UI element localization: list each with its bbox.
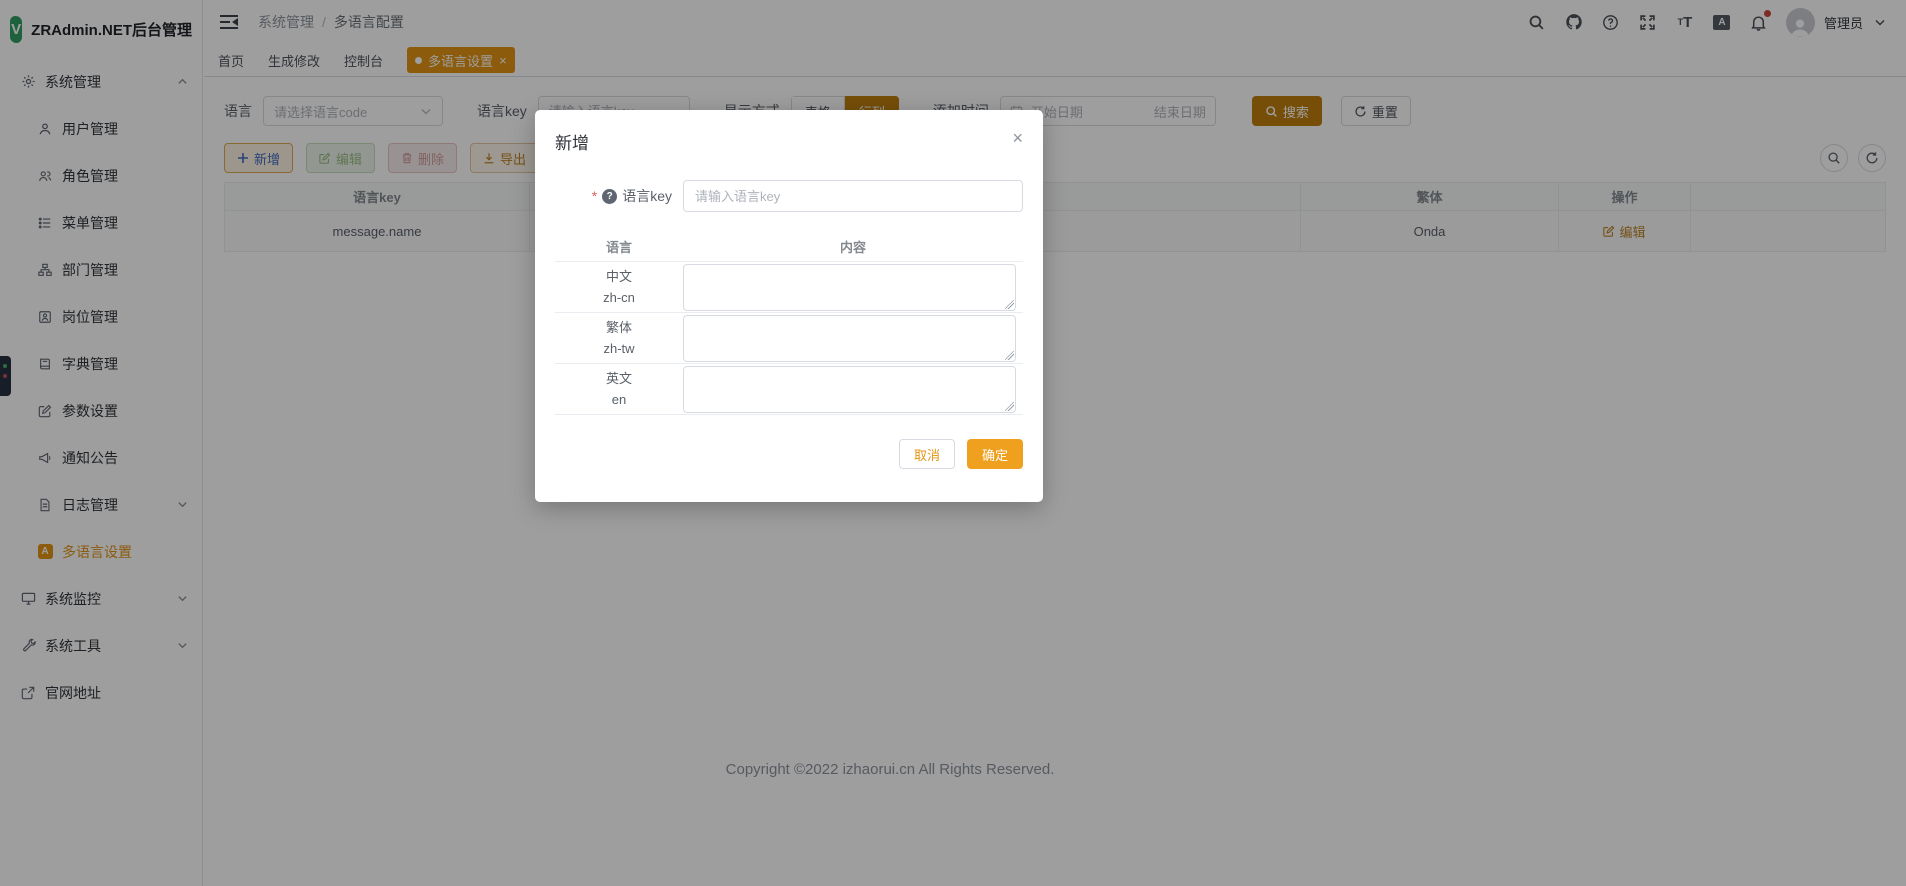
- content-textarea-zh-tw[interactable]: [683, 315, 1016, 362]
- col-language: 语言: [555, 237, 683, 256]
- key-field-input[interactable]: [683, 180, 1023, 212]
- lang-row-zh-cn: 中文 zh-cn: [555, 262, 1023, 313]
- confirm-button[interactable]: 确定: [967, 439, 1023, 469]
- lang-row-en: 英文 en: [555, 364, 1023, 415]
- lang-label: 中文 zh-cn: [555, 266, 683, 308]
- dialog-table-header: 语言 内容: [555, 232, 1023, 262]
- content-textarea-en[interactable]: [683, 366, 1016, 413]
- add-dialog: 新增 × * ? 语言key 语言 内容 中文 zh-cn: [535, 110, 1043, 502]
- lang-row-zh-tw: 繁体 zh-tw: [555, 313, 1023, 364]
- dialog-footer: 取消 确定: [555, 439, 1023, 469]
- dialog-header: 新增 ×: [555, 129, 1023, 154]
- dialog-title: 新增: [555, 129, 589, 154]
- lang-label: 英文 en: [555, 368, 683, 410]
- col-content: 内容: [683, 237, 1023, 256]
- required-mark: *: [592, 188, 597, 204]
- key-field-label: * ? 语言key: [555, 186, 683, 206]
- lang-label: 繁体 zh-tw: [555, 317, 683, 359]
- question-filled-icon[interactable]: ?: [602, 189, 617, 204]
- close-icon[interactable]: ×: [1012, 129, 1023, 147]
- content-textarea-zh-cn[interactable]: [683, 264, 1016, 311]
- cancel-button[interactable]: 取消: [899, 439, 955, 469]
- dialog-lang-table: 语言 内容 中文 zh-cn 繁体 zh-tw: [555, 232, 1023, 415]
- key-field-row: * ? 语言key: [555, 180, 1023, 212]
- page: V ZRAdmin.NET后台管理 系统管理 用户管理: [0, 0, 1906, 886]
